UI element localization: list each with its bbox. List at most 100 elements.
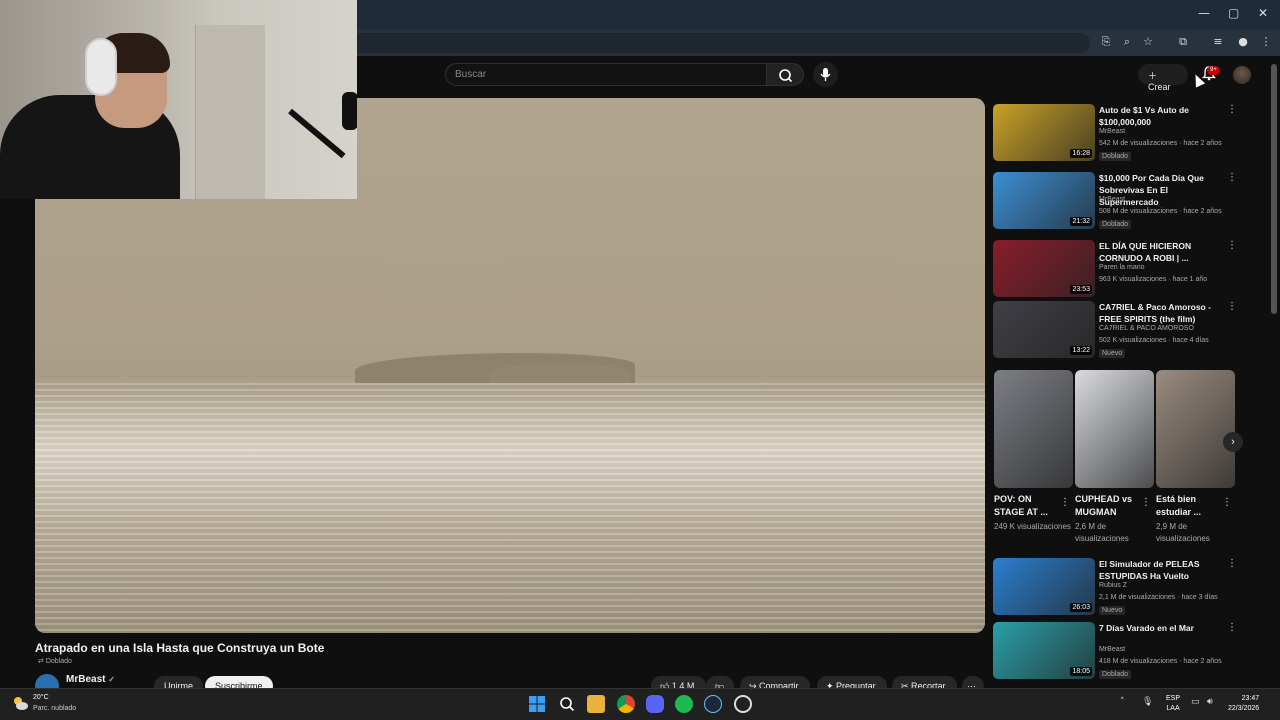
weather-icon[interactable] [11,694,29,712]
short-card[interactable]: CUPHEAD vs MUGMAN ⋮ 2,6 M de visualizacion… [1075,370,1154,543]
mic-arm [288,108,346,159]
more-options-icon[interactable]: ⋮ [1060,497,1070,508]
recommended-video[interactable]: 21:32 $10,000 Por Cada Día Que Sobrevivas… [993,172,1237,232]
recommended-video[interactable]: 18:05 7 Días Varado en el Mar MrBeast 418 M… [993,622,1237,682]
extensions-icon[interactable]: ⧉ [1176,35,1190,49]
short-title[interactable]: CUPHEAD vs MUGMAN [1075,493,1141,519]
recommended-video[interactable]: 23:53 EL DÍA QUE HICIERON CORNUDO A ROBI … [993,240,1237,300]
video-thumbnail[interactable]: 13:22 [993,301,1095,358]
close-window-button[interactable]: ✕ [1258,6,1268,20]
video-island-shape [490,363,630,383]
recommended-badge: Doblado [1099,670,1132,679]
recommended-title[interactable]: CA7RIEL & Paco Amoroso - FREE SPIRITS (t… [1099,301,1217,325]
more-options-icon[interactable]: ⋮ [1227,622,1237,633]
video-thumbnail[interactable]: 23:53 [993,240,1095,297]
microphone-icon [820,68,831,81]
file-explorer-icon[interactable] [587,695,605,713]
recommended-meta: 418 M de visualizaciones · hace 2 años [1099,658,1222,665]
chevron-right-icon: › [1231,436,1235,448]
recommended-channel[interactable]: Paren la mano [1099,264,1145,271]
zoom-icon[interactable]: ⌕ [1120,35,1134,49]
short-card[interactable]: POV: ON STAGE AT ... ⋮ 249 K visualizacion… [994,370,1073,531]
minimize-button[interactable]: — [1198,6,1210,20]
tray-chevron-up-icon[interactable]: ˄ [1120,697,1125,707]
search-input[interactable]: Buscar [445,63,767,86]
more-options-icon[interactable]: ⋮ [1227,172,1237,183]
recommended-title[interactable]: El Simulador de PELEAS ESTUPIDAS Ha Vuel… [1099,558,1217,582]
video-thumbnail[interactable]: 26:03 [993,558,1095,615]
keyboard-language[interactable]: ESP LAA [1166,694,1180,714]
steam-icon[interactable] [704,695,722,713]
recommended-meta: 963 K visualizaciones · hace 1 año [1099,276,1208,283]
video-duration: 13:22 [1070,346,1092,355]
short-title[interactable]: POV: ON STAGE AT ... [994,493,1060,519]
network-icon[interactable]: ▭ [1191,697,1200,707]
video-title: Atrapado en una Isla Hasta que Construya… [35,641,325,655]
dubbed-badge: ⇄ Doblado [38,658,72,665]
recommended-meta: 542 M de visualizaciones · hace 2 años [1099,140,1222,147]
chrome-icon[interactable] [617,695,635,713]
address-bar[interactable] [260,33,1090,53]
spotify-icon[interactable] [675,695,693,713]
create-button[interactable]: ＋ Crear [1138,64,1188,92]
short-views: 2,6 M de visualizaciones [1075,522,1129,543]
more-options-icon[interactable]: ⋮ [1227,240,1237,251]
recommended-title[interactable]: 7 Días Varado en el Mar [1099,622,1217,634]
verified-icon: ✓ [108,675,115,684]
short-card[interactable]: Está bien estudiar ... ⋮ 2,9 M de visualiz… [1156,370,1235,543]
recommended-video[interactable]: 16:28 Auto de $1 Vs Auto de $100,000,000 M… [993,104,1237,164]
channel-name[interactable]: MrBeast ✓ [66,674,115,685]
recommended-badge: Nuevo [1099,606,1126,615]
recommended-title[interactable]: EL DÍA QUE HICIERON CORNUDO A ROBI | ... [1099,240,1217,264]
more-options-icon[interactable]: ⋮ [1227,301,1237,312]
windows-taskbar [0,688,1280,720]
recommended-channel[interactable]: MrBeast [1099,128,1125,135]
short-thumbnail[interactable] [1075,370,1154,488]
recommended-channel[interactable]: Rubius Z [1099,582,1127,589]
obs-icon[interactable] [734,695,752,713]
bookmark-star-icon[interactable]: ☆ [1141,35,1155,49]
sidebar-scrollbar[interactable] [1271,64,1277,314]
profile-icon[interactable]: ● [1236,35,1250,49]
more-options-icon[interactable]: ⋮ [1222,497,1232,508]
volume-icon[interactable]: 🔊︎ [1207,697,1213,707]
recommended-channel[interactable]: CA7RIEL & PACO AMOROSO [1099,325,1194,332]
video-thumbnail[interactable]: 21:32 [993,172,1095,229]
video-thumbnail[interactable]: 18:05 [993,622,1095,679]
account-avatar[interactable] [1233,66,1251,84]
create-label: Crear [1148,82,1171,92]
recommended-title[interactable]: Auto de $1 Vs Auto de $100,000,000 [1099,104,1217,128]
search-placeholder: Buscar [455,69,487,80]
maximize-button[interactable]: ▢ [1228,6,1239,20]
shorts-next-button[interactable]: › [1223,432,1243,452]
short-views: 249 K visualizaciones [994,522,1071,531]
install-app-icon[interactable]: ⎘ [1099,35,1113,49]
more-options-icon[interactable]: ⋮ [1227,558,1237,569]
recommended-channel[interactable]: MrBeast [1099,196,1125,203]
recommended-channel[interactable]: MrBeast [1099,646,1125,653]
more-options-icon[interactable]: ⋮ [1227,104,1237,115]
short-thumbnail[interactable] [994,370,1073,488]
video-duration: 16:28 [1070,149,1092,158]
voice-search-button[interactable] [813,62,838,87]
short-title[interactable]: Está bien estudiar ... [1156,493,1222,519]
studio-microphone [342,92,357,130]
taskbar-search-icon[interactable] [558,695,576,713]
webcam-overlay [0,0,357,199]
system-clock[interactable]: 23:47 22/3/2026 [1228,694,1259,714]
plus-icon: ＋ [1148,71,1158,81]
recommended-video[interactable]: 13:22 CA7RIEL & Paco Amoroso - FREE SPIRI… [993,301,1237,361]
recommended-video[interactable]: 26:03 El Simulador de PELEAS ESTUPIDAS Ha… [993,558,1237,618]
tray-microphone-icon[interactable]: 🎙︎ [1142,697,1153,707]
search-button[interactable] [766,63,804,86]
notification-count-badge: 9+ [1207,66,1220,75]
short-thumbnail[interactable] [1156,370,1235,488]
video-thumbnail[interactable]: 16:28 [993,104,1095,161]
discord-icon[interactable] [646,695,664,713]
windows-start-icon[interactable] [528,695,546,713]
more-options-icon[interactable]: ⋮ [1141,497,1151,508]
recommended-meta: 2,1 M de visualizaciones · hace 3 días [1099,594,1218,601]
media-control-icon[interactable]: ≡ [1211,35,1225,49]
recommended-badge: Doblado [1099,152,1132,161]
browser-menu-icon[interactable]: ⋮ [1259,35,1273,49]
